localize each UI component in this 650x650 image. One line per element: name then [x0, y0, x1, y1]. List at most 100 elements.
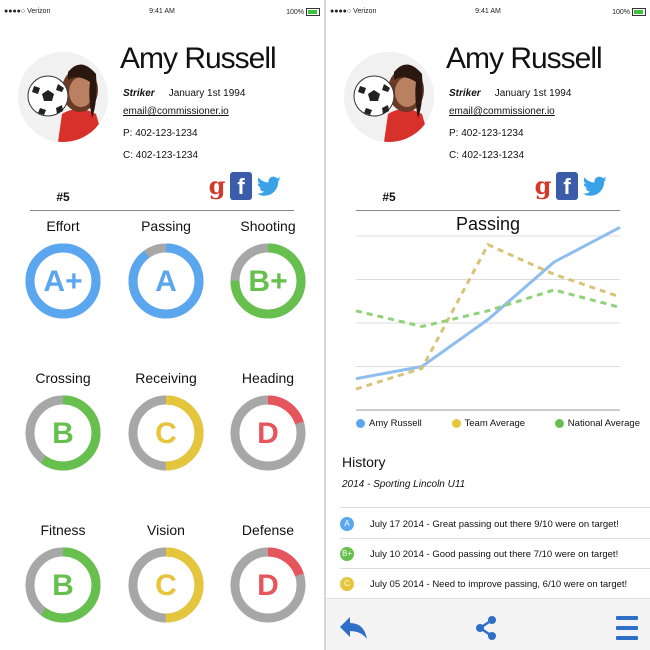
history-divider: [340, 568, 650, 569]
avatar: [18, 52, 108, 142]
grade-ring: B+: [230, 243, 306, 319]
legend-dot: [356, 419, 365, 428]
grade-badge: C: [340, 577, 354, 591]
phone-number[interactable]: P: 402-123-1234: [123, 128, 198, 139]
battery-icon: [306, 8, 320, 16]
grade-label: Heading: [241, 370, 295, 386]
list-item[interactable]: C July 05 2014 - Need to improve passing…: [340, 573, 642, 595]
twitter-icon[interactable]: [256, 173, 282, 199]
series-line-amy-russell: [355, 225, 621, 381]
header-divider: [356, 210, 620, 211]
grade-card-crossing[interactable]: Crossing B: [13, 370, 113, 472]
player-name: Amy Russell: [446, 42, 603, 75]
grade-ring: C: [128, 395, 204, 471]
email-link[interactable]: email@commissioner.io: [123, 106, 229, 117]
chart-title: Passing: [455, 214, 521, 234]
grade-label: Crossing: [35, 370, 91, 386]
history-text: July 05 2014 - Need to improve passing, …: [370, 578, 628, 590]
legend-dot: [451, 419, 461, 428]
menu-icon[interactable]: [616, 613, 638, 643]
list-item[interactable]: B+ July 10 2014 - Good passing out there…: [340, 543, 642, 565]
status-time: 9:41 AM: [149, 8, 175, 15]
player-position: Striker: [449, 88, 481, 99]
grade-letter: B: [52, 569, 74, 602]
grade-card-defense[interactable]: Defense D: [218, 522, 318, 624]
grade-label: Receiving: [135, 370, 197, 386]
twitter-icon[interactable]: [582, 173, 608, 199]
grade-card-receiving[interactable]: Receiving C: [116, 370, 216, 472]
google-icon[interactable]: g: [208, 172, 226, 200]
grade-label: Shooting: [240, 218, 296, 234]
list-item[interactable]: A July 17 2014 - Great passing out there…: [340, 513, 642, 535]
grade-label: Vision: [147, 522, 185, 538]
grade-letter: D: [257, 417, 279, 450]
share-icon[interactable]: [474, 615, 498, 641]
legend-dot: [554, 419, 564, 428]
grade-ring: A+: [25, 243, 101, 319]
grade-label: Passing: [141, 218, 191, 234]
grade-ring: C: [128, 547, 204, 623]
grade-card-vision[interactable]: Vision C: [116, 522, 216, 624]
grade-letter: A: [155, 265, 177, 298]
back-arrow-icon[interactable]: [338, 613, 370, 643]
grade-card-fitness[interactable]: Fitness B: [13, 522, 113, 624]
player-photo: #5: [344, 52, 434, 204]
history-text: July 10 2014 - Good passing out there 7/…: [370, 548, 619, 560]
battery-indicator: 100%: [612, 8, 646, 16]
passing-detail-screen: ●●●●○ Verizon 9:41 AM 100% #5 Amy Russel…: [326, 0, 650, 650]
facebook-icon[interactable]: f: [230, 172, 252, 200]
history-title: History: [342, 454, 386, 470]
bottom-toolbar: [326, 598, 650, 650]
player-photo: #5: [18, 52, 108, 204]
facebook-icon[interactable]: f: [556, 172, 578, 200]
cell-number[interactable]: C: 402-123-1234: [449, 150, 524, 161]
grade-letter: C: [155, 417, 177, 450]
social-links: g f: [534, 172, 608, 200]
player-position: Striker: [123, 88, 155, 99]
legend-item-team: Team Average: [451, 418, 525, 429]
status-bar: ●●●●○ Verizon 9:41 AM 100%: [326, 6, 650, 20]
grade-card-shooting[interactable]: Shooting B+: [218, 218, 318, 320]
history-divider: [340, 538, 650, 539]
position-line: Striker January 1st 1994: [123, 88, 245, 99]
grade-ring: D: [230, 547, 306, 623]
grade-letter: B: [52, 417, 74, 450]
battery-icon: [632, 8, 646, 16]
position-line: Striker January 1st 1994: [449, 88, 571, 99]
google-icon[interactable]: g: [534, 172, 552, 200]
player-name: Amy Russell: [120, 42, 277, 75]
header-divider: [30, 210, 294, 211]
grade-ring: B: [25, 547, 101, 623]
phone-number[interactable]: P: 402-123-1234: [449, 128, 524, 139]
legend-item-national: National Average: [554, 418, 640, 429]
cell-number[interactable]: C: 402-123-1234: [123, 150, 198, 161]
chart-legend: Amy Russell Team Average National Averag…: [356, 418, 640, 429]
player-dob: January 1st 1994: [494, 88, 572, 99]
grade-ring: D: [230, 395, 306, 471]
status-time: 9:41 AM: [475, 8, 501, 15]
grade-card-effort[interactable]: Effort A+: [13, 218, 113, 320]
grade-card-heading[interactable]: Heading D: [218, 370, 318, 472]
email-link[interactable]: email@commissioner.io: [449, 106, 555, 117]
player-dob: January 1st 1994: [168, 88, 246, 99]
grade-card-passing[interactable]: Passing A: [116, 218, 216, 320]
grade-label: Fitness: [40, 522, 86, 538]
grade-ring: B: [25, 395, 101, 471]
grade-letter: C: [155, 569, 177, 602]
grade-label: Defense: [241, 522, 295, 538]
legend-item-amy: Amy Russell: [356, 418, 422, 429]
history-divider: [340, 507, 650, 508]
avatar: [344, 52, 434, 142]
series-line-team-average: [355, 242, 621, 391]
grade-ring: A: [128, 243, 204, 319]
grade-letter: B+: [248, 265, 287, 298]
series-line-national-average: [355, 288, 621, 329]
history-subtitle: 2014 - Sporting Lincoln U11: [342, 479, 466, 490]
history-text: July 17 2014 - Great passing out there 9…: [370, 518, 619, 530]
player-number: #5: [56, 190, 70, 204]
grade-badge: B+: [340, 547, 354, 561]
status-bar: ●●●●○ Verizon 9:41 AM 100%: [0, 6, 324, 20]
grade-badge: A: [340, 517, 354, 531]
grade-label: Effort: [46, 218, 80, 234]
grade-letter: A+: [43, 265, 82, 298]
